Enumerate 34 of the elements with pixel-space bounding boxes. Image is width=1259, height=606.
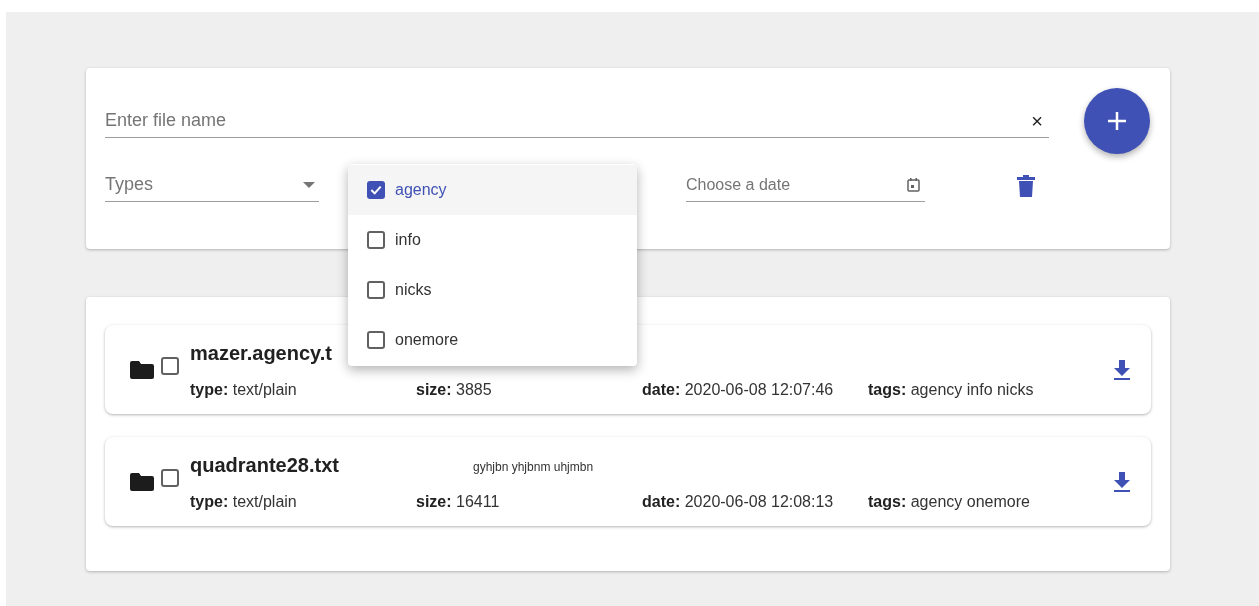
download-icon[interactable]	[1113, 359, 1131, 380]
file-detail: size: 16411	[416, 491, 501, 512]
file-checkbox[interactable]	[161, 469, 179, 487]
caret-icon	[303, 181, 315, 188]
download-icon[interactable]	[1113, 471, 1131, 492]
file-detail: date: 2020-06-08 12:08:13	[642, 491, 835, 512]
tag-checkbox[interactable]	[367, 181, 385, 199]
plus-icon	[1107, 111, 1127, 131]
file-description: gyhjbn yhjbnm uhjmbn	[473, 458, 594, 476]
tag-option[interactable]: nicks	[348, 265, 637, 315]
tag-option[interactable]: onemore	[348, 315, 637, 365]
trash-icon[interactable]	[1017, 175, 1035, 197]
search-field[interactable]: Enter file name ×	[105, 104, 1049, 138]
file-name: quadrante28.txt	[190, 453, 339, 476]
file-name: mazer.agency.t	[190, 341, 332, 364]
file-detail: size: 3885	[416, 379, 493, 400]
tag-checkbox[interactable]	[367, 231, 385, 249]
file-detail: date: 2020-06-08 12:07:46	[642, 379, 835, 400]
tag-checkbox[interactable]	[367, 331, 385, 349]
add-button[interactable]	[1084, 88, 1150, 154]
types-dropdown[interactable]: Types	[105, 168, 319, 202]
tag-checkbox[interactable]	[367, 281, 385, 299]
close-icon[interactable]: ×	[1031, 105, 1043, 136]
calendar-icon	[907, 177, 920, 192]
folder-icon	[130, 472, 154, 491]
date-field[interactable]: Choose a date	[686, 168, 925, 202]
file-detail: tags: agency info nicks	[868, 379, 1034, 400]
tag-option[interactable]: info	[348, 215, 637, 265]
file-detail: type: text/plain	[190, 379, 298, 400]
file-detail: type: text/plain	[190, 491, 298, 512]
folder-icon	[130, 360, 154, 379]
file-detail: tags: agency onemore	[868, 491, 1030, 512]
tag-option[interactable]: agency	[348, 165, 637, 215]
file-checkbox[interactable]	[161, 357, 179, 375]
